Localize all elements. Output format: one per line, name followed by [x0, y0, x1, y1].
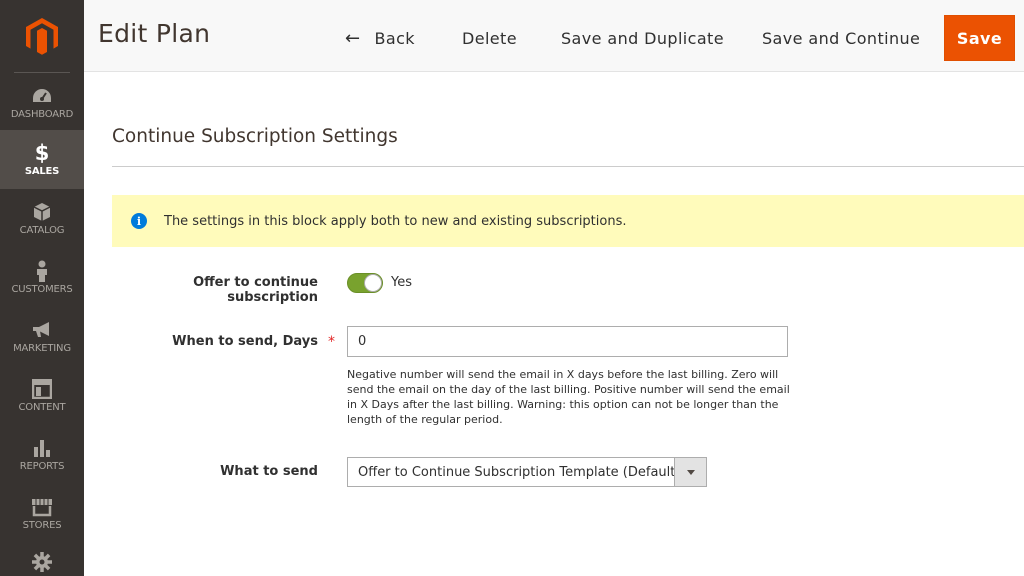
layout-icon	[31, 378, 53, 400]
section-title[interactable]: Continue Subscription Settings	[112, 126, 398, 147]
admin-sidebar: Dashboard $ Sales Catalog Customers Mark…	[0, 0, 84, 576]
save-and-continue-button[interactable]: Save and Continue	[762, 16, 920, 60]
sidebar-item-marketing[interactable]: Marketing	[0, 307, 84, 366]
required-asterisk: *	[328, 334, 335, 350]
toggle-knob	[364, 274, 382, 292]
sidebar-item-system[interactable]	[0, 543, 84, 576]
notice-text: The settings in this block apply both to…	[164, 213, 627, 229]
sidebar-item-label: Sales	[24, 166, 60, 177]
toggle-value-text: Yes	[391, 275, 412, 290]
save-and-duplicate-button[interactable]: Save and Duplicate	[561, 16, 724, 60]
sidebar-item-content[interactable]: Content	[0, 366, 84, 425]
select-value: Offer to Continue Subscription Template …	[358, 465, 681, 480]
sidebar-item-label: Customers	[11, 284, 73, 295]
sidebar-item-customers[interactable]: Customers	[0, 248, 84, 307]
offer-to-continue-toggle[interactable]	[347, 273, 383, 293]
back-button[interactable]: ← Back	[345, 16, 415, 60]
magento-logo-icon[interactable]	[0, 0, 84, 72]
info-notice: i The settings in this block apply both …	[112, 195, 1024, 247]
person-icon	[31, 260, 53, 282]
sidebar-item-dashboard[interactable]: Dashboard	[0, 73, 84, 132]
when-to-send-input[interactable]: 0	[347, 326, 788, 357]
when-to-send-note: Negative number will send the email in X…	[347, 368, 790, 426]
select-toggle-button[interactable]	[674, 458, 706, 486]
section-divider	[112, 166, 1024, 167]
when-to-send-label: When to send, Days	[172, 334, 318, 349]
chevron-down-icon	[686, 469, 695, 475]
page-title: Edit Plan	[98, 19, 211, 48]
arrow-left-icon: ←	[345, 27, 361, 49]
gear-icon	[31, 551, 53, 573]
dollar-icon: $	[34, 141, 50, 165]
sidebar-item-label: Catalog	[19, 225, 65, 236]
delete-button[interactable]: Delete	[462, 16, 517, 60]
info-icon: i	[131, 213, 147, 229]
sidebar-item-reports[interactable]: Reports	[0, 425, 84, 484]
dashboard-icon	[31, 85, 53, 107]
sidebar-item-label: Marketing	[13, 343, 71, 354]
cube-icon	[31, 201, 53, 223]
bar-chart-icon	[31, 437, 53, 459]
sidebar-item-label: Stores	[22, 520, 62, 531]
save-button[interactable]: Save	[944, 15, 1015, 61]
store-icon	[31, 496, 53, 518]
sidebar-item-label: Content	[18, 402, 66, 413]
sidebar-item-stores[interactable]: Stores	[0, 484, 84, 543]
sidebar-item-label: Dashboard	[10, 109, 74, 120]
page-header: Edit Plan ← Back Delete Save and Duplica…	[84, 0, 1024, 72]
sidebar-item-label: Reports	[19, 461, 65, 472]
offer-to-continue-label: Offer to continue subscription	[193, 275, 318, 305]
sidebar-item-sales[interactable]: $ Sales	[0, 130, 84, 189]
what-to-send-select[interactable]: Offer to Continue Subscription Template …	[347, 457, 707, 487]
back-label: Back	[374, 28, 415, 48]
megaphone-icon	[31, 319, 53, 341]
sidebar-item-catalog[interactable]: Catalog	[0, 189, 84, 248]
what-to-send-label: What to send	[220, 464, 318, 479]
